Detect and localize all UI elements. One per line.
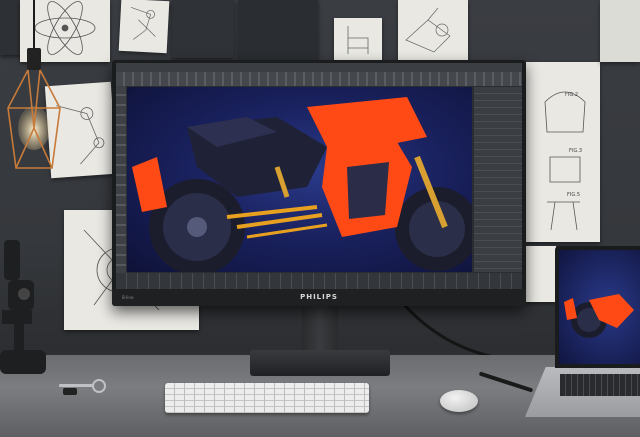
sketch-paper-figure [118,0,170,54]
laptop-display [559,250,640,364]
sketch-paper-machine [398,0,468,60]
svg-text:FIG.5: FIG.5 [567,192,580,198]
app-menubar [116,63,522,72]
lamp-socket [27,48,41,70]
3d-viewport [127,87,472,272]
monitor-screen [116,63,522,289]
app-timeline [116,273,522,289]
monitor: PHILIPS B-line [112,60,526,306]
lamp-cord [33,0,35,55]
keys-icon [59,379,106,395]
svg-text:FIG.2: FIG.2 [565,92,578,98]
blueprint-paper-1 [172,0,234,58]
laptop-screen [555,246,640,368]
monitor-model-label: B-line [122,295,134,300]
sketch-paper-right-top [600,0,640,62]
app-left-toolbar [116,86,126,276]
svg-text:FIG.3: FIG.3 [569,148,582,154]
scene: FIG.2 FIG.3 FIG.5 PHILIPS B-line [0,0,640,437]
app-toolbar [116,72,522,86]
monitor-brand-logo: PHILIPS [300,293,338,301]
keyboard [165,383,369,413]
monitor-stand-base [250,350,390,376]
sketch-paper-chair [334,18,382,60]
microscope-icon [0,240,46,374]
laptop-keyboard [560,374,640,396]
patent-paper-fig: FIG.2 FIG.3 FIG.5 [525,62,600,242]
app-attribute-panel [474,87,522,272]
pendant-lamp-icon [7,69,61,169]
motorcycle-render [132,97,472,272]
blueprint-paper-2 [238,0,318,60]
mouse [440,390,478,412]
